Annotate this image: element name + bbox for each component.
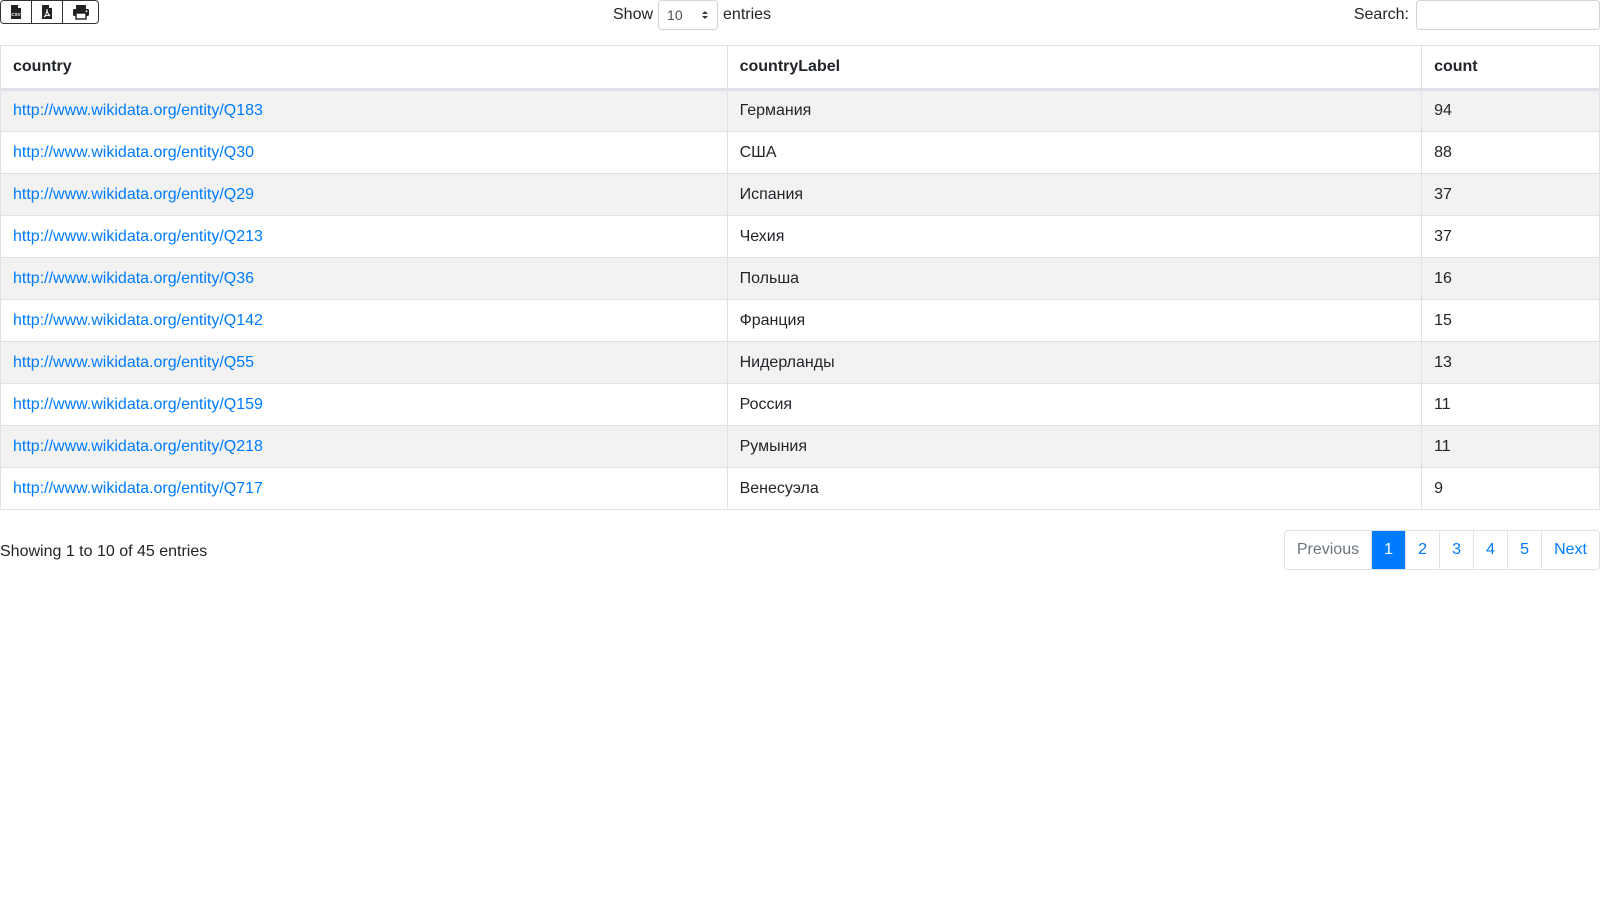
count-cell: 11 <box>1421 425 1600 468</box>
table-row: http://www.wikidata.org/entity/Q218 Румы… <box>0 425 1600 468</box>
table-controls: CSV Show 10 entries Search: <box>0 0 1600 45</box>
country-label-cell: Венесуэла <box>726 467 1423 510</box>
table-header: country countryLabel count <box>0 45 1600 91</box>
column-header-country[interactable]: country <box>0 45 728 91</box>
country-link[interactable]: http://www.wikidata.org/entity/Q30 <box>13 144 254 161</box>
previous-page-button[interactable]: Previous <box>1284 531 1373 569</box>
country-cell: http://www.wikidata.org/entity/Q183 <box>0 89 728 132</box>
table-body: http://www.wikidata.org/entity/Q183 Герм… <box>0 89 1600 510</box>
table-row: http://www.wikidata.org/entity/Q717 Вене… <box>0 467 1600 510</box>
country-cell: http://www.wikidata.org/entity/Q213 <box>0 215 728 258</box>
count-cell: 15 <box>1421 299 1600 342</box>
page-button-5[interactable]: 5 <box>1508 531 1543 569</box>
country-cell: http://www.wikidata.org/entity/Q218 <box>0 425 728 468</box>
svg-text:CSV: CSV <box>11 12 20 17</box>
country-cell: http://www.wikidata.org/entity/Q30 <box>0 131 728 174</box>
country-label-cell: Польша <box>726 257 1423 300</box>
select-arrows-icon <box>702 11 709 19</box>
table-info: Showing 1 to 10 of 45 entries <box>0 543 208 560</box>
country-label-cell: Россия <box>726 383 1423 426</box>
export-pdf-button[interactable] <box>32 1 63 23</box>
header-row: country countryLabel count <box>0 45 1600 91</box>
country-cell: http://www.wikidata.org/entity/Q142 <box>0 299 728 342</box>
country-link[interactable]: http://www.wikidata.org/entity/Q717 <box>13 480 263 497</box>
table-row: http://www.wikidata.org/entity/Q36 Польш… <box>0 257 1600 300</box>
country-link[interactable]: http://www.wikidata.org/entity/Q142 <box>13 312 263 329</box>
country-link[interactable]: http://www.wikidata.org/entity/Q213 <box>13 228 263 245</box>
table-row: http://www.wikidata.org/entity/Q30 США 8… <box>0 131 1600 174</box>
print-icon <box>72 5 89 20</box>
count-cell: 13 <box>1421 341 1600 384</box>
csv-icon: CSV <box>11 5 21 19</box>
count-cell: 37 <box>1421 215 1600 258</box>
country-link[interactable]: http://www.wikidata.org/entity/Q55 <box>13 354 254 371</box>
page-button-3[interactable]: 3 <box>1440 531 1475 569</box>
page-length-control: Show 10 entries <box>613 0 771 30</box>
table-row: http://www.wikidata.org/entity/Q55 Нидер… <box>0 341 1600 384</box>
page-button-4[interactable]: 4 <box>1474 531 1509 569</box>
page-length-value: 10 <box>667 7 683 23</box>
page-button-1[interactable]: 1 <box>1372 531 1407 569</box>
country-label-cell: Нидерланды <box>726 341 1423 384</box>
country-label-cell: Чехия <box>726 215 1423 258</box>
page-length-select[interactable]: 10 <box>658 0 719 30</box>
pdf-icon <box>42 5 52 19</box>
count-cell: 94 <box>1421 89 1600 132</box>
show-label: Show <box>613 6 654 23</box>
country-cell: http://www.wikidata.org/entity/Q717 <box>0 467 728 510</box>
count-cell: 11 <box>1421 383 1600 426</box>
entries-label: entries <box>723 6 772 23</box>
export-buttons: CSV <box>0 0 99 24</box>
pagination: Previous 1 2 3 4 5 Next <box>1283 530 1600 570</box>
count-cell: 37 <box>1421 173 1600 216</box>
country-label-cell: Германия <box>726 89 1423 132</box>
table-row: http://www.wikidata.org/entity/Q29 Испан… <box>0 173 1600 216</box>
country-link[interactable]: http://www.wikidata.org/entity/Q159 <box>13 396 263 413</box>
count-cell: 88 <box>1421 131 1600 174</box>
country-label-cell: Испания <box>726 173 1423 216</box>
count-cell: 16 <box>1421 257 1600 300</box>
export-csv-button[interactable]: CSV <box>1 1 32 23</box>
search-label: Search: <box>1353 6 1409 23</box>
count-cell: 9 <box>1421 467 1600 510</box>
column-header-countrylabel[interactable]: countryLabel <box>726 45 1423 91</box>
country-label-cell: Франция <box>726 299 1423 342</box>
table-row: http://www.wikidata.org/entity/Q159 Росс… <box>0 383 1600 426</box>
print-button[interactable] <box>63 1 98 23</box>
country-cell: http://www.wikidata.org/entity/Q55 <box>0 341 728 384</box>
search-control: Search: <box>1354 0 1600 30</box>
search-input[interactable] <box>1416 0 1600 30</box>
country-cell: http://www.wikidata.org/entity/Q29 <box>0 173 728 216</box>
next-page-button[interactable]: Next <box>1542 531 1599 569</box>
country-label-cell: США <box>726 131 1423 174</box>
table-row: http://www.wikidata.org/entity/Q183 Герм… <box>0 89 1600 132</box>
country-link[interactable]: http://www.wikidata.org/entity/Q183 <box>13 102 263 119</box>
country-link[interactable]: http://www.wikidata.org/entity/Q36 <box>13 270 254 287</box>
page-button-2[interactable]: 2 <box>1406 531 1441 569</box>
country-label-cell: Румыния <box>726 425 1423 468</box>
table-row: http://www.wikidata.org/entity/Q213 Чехи… <box>0 215 1600 258</box>
table-row: http://www.wikidata.org/entity/Q142 Фран… <box>0 299 1600 342</box>
results-table: country countryLabel count http://www.wi… <box>0 45 1600 510</box>
column-header-count[interactable]: count <box>1421 45 1600 91</box>
country-link[interactable]: http://www.wikidata.org/entity/Q29 <box>13 186 254 203</box>
country-cell: http://www.wikidata.org/entity/Q36 <box>0 257 728 300</box>
country-cell: http://www.wikidata.org/entity/Q159 <box>0 383 728 426</box>
country-link[interactable]: http://www.wikidata.org/entity/Q218 <box>13 438 263 455</box>
